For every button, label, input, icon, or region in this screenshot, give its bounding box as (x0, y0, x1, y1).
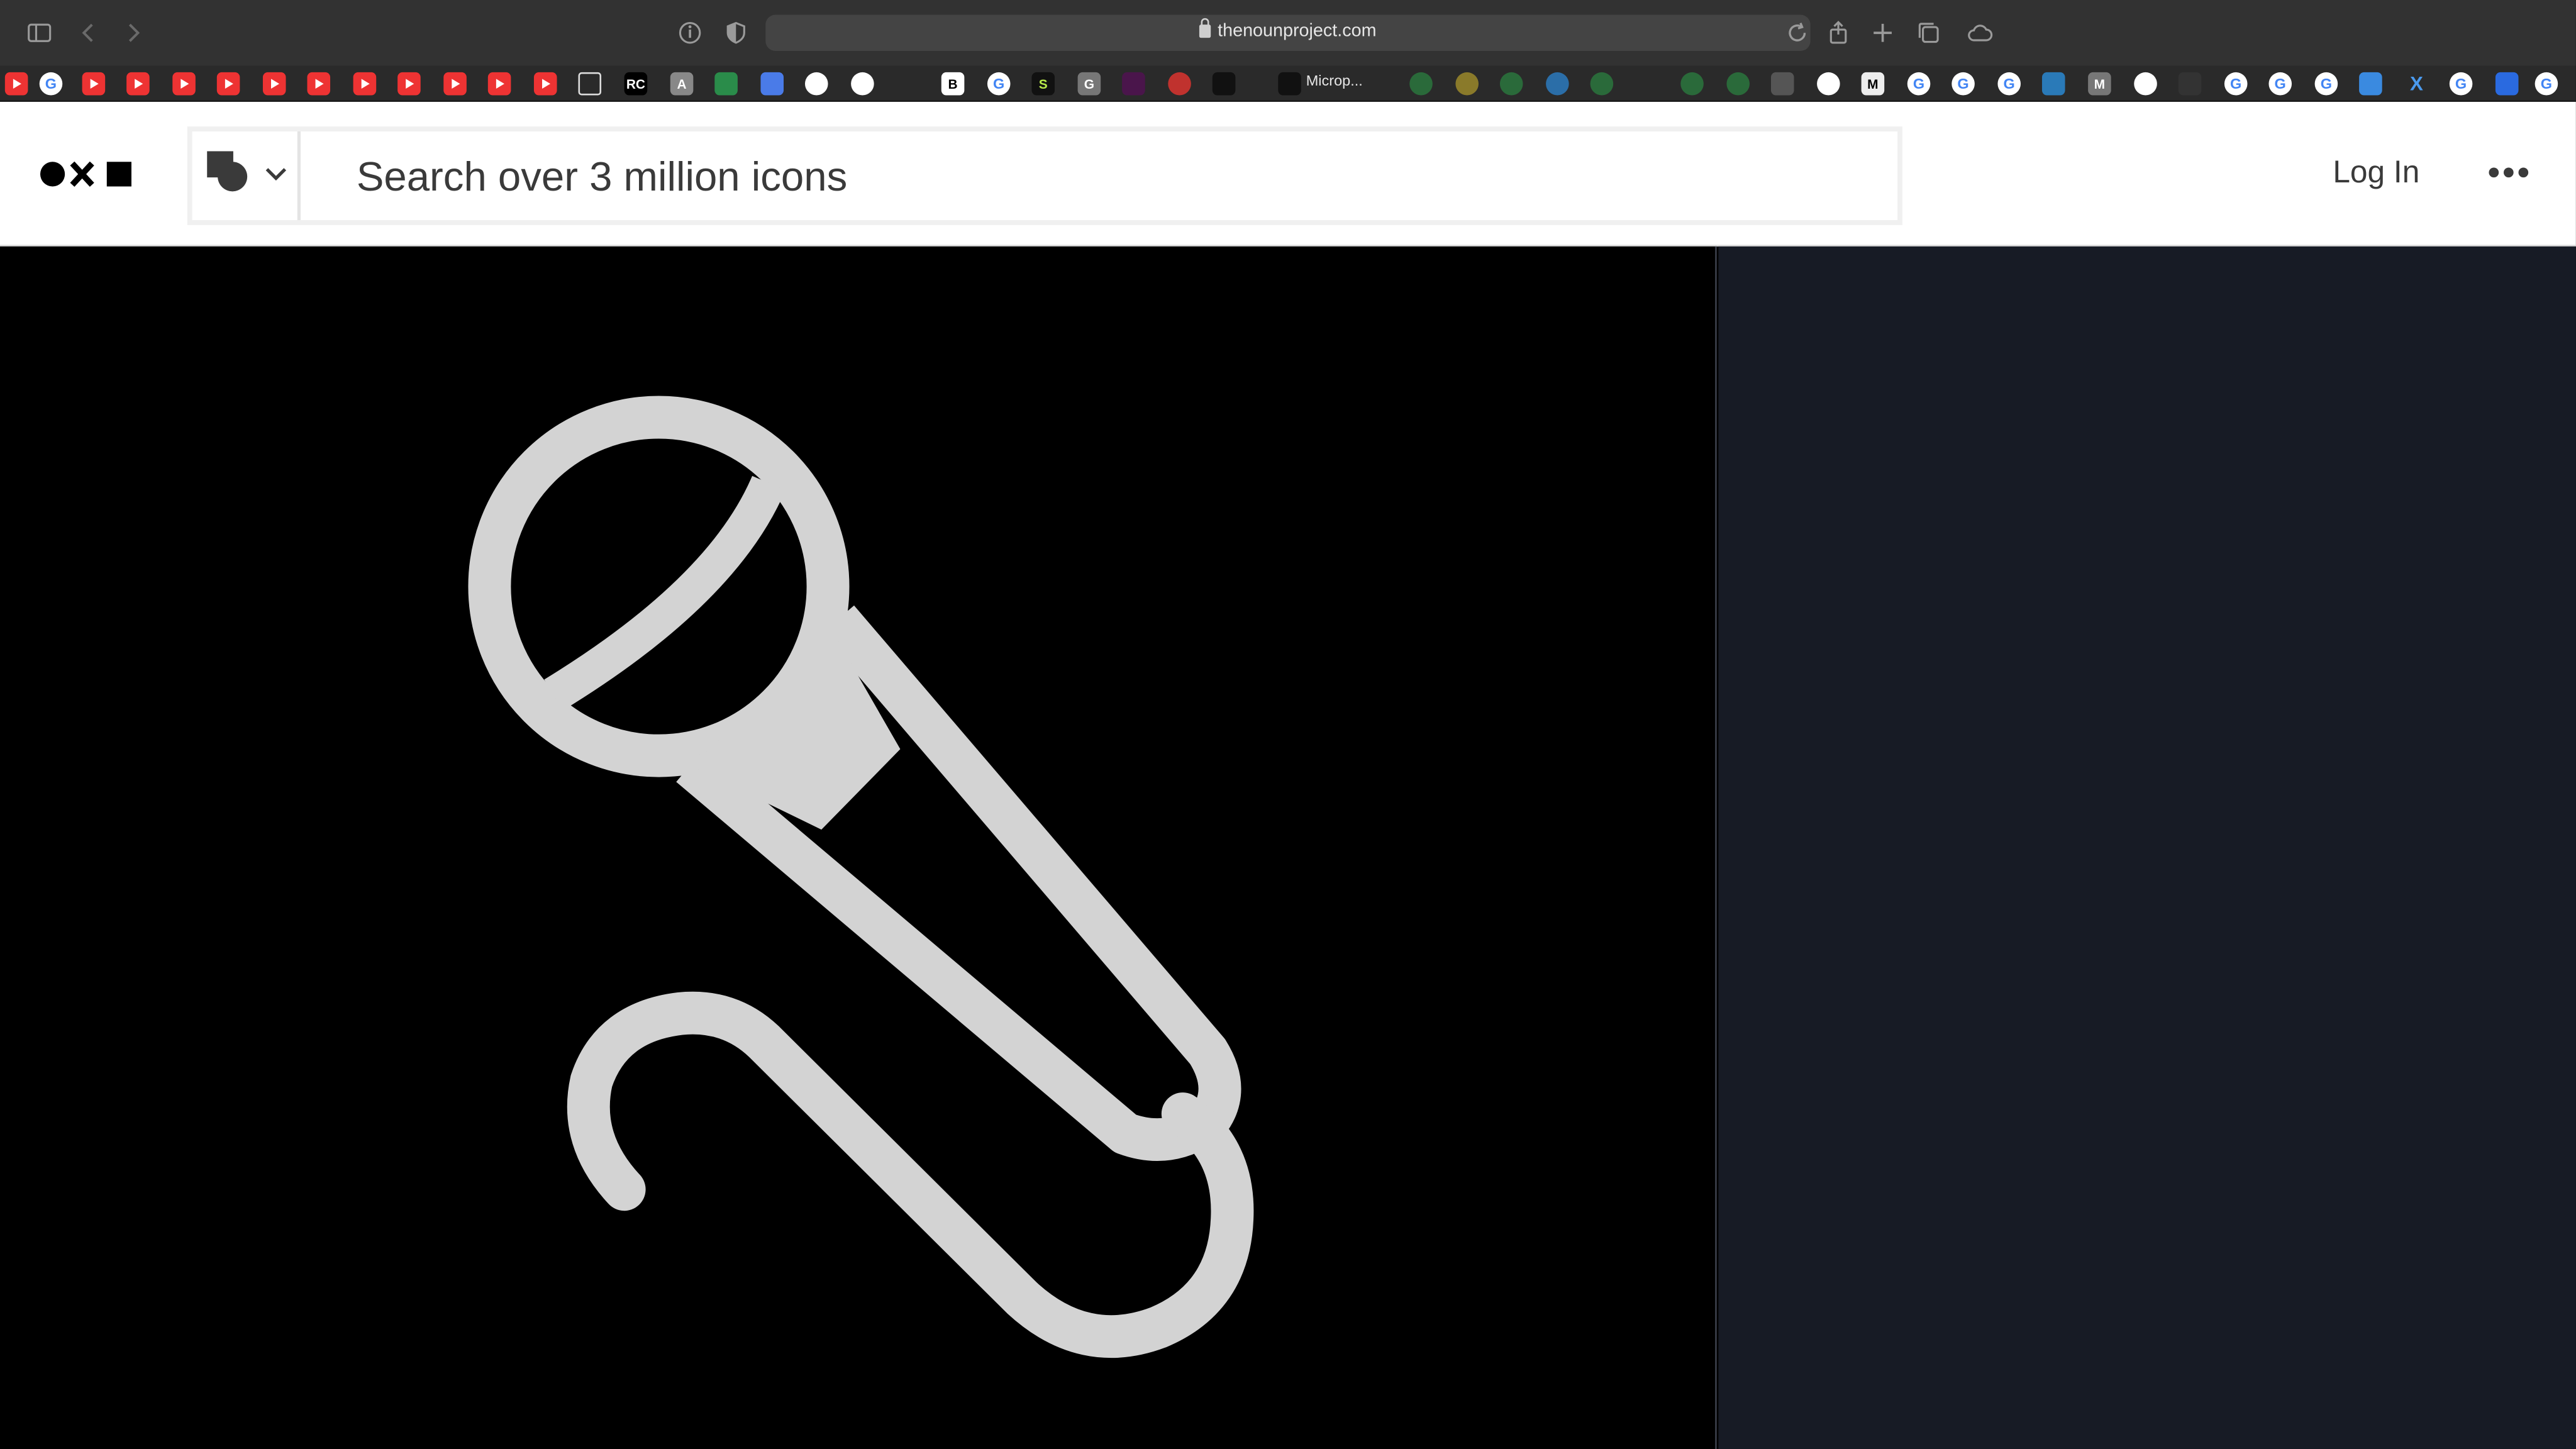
noun-project-logo[interactable] (40, 159, 135, 189)
back-icon[interactable] (72, 16, 105, 49)
sidebar-toggle-icon[interactable] (23, 16, 56, 49)
favorite-youtube-icon[interactable] (216, 72, 240, 96)
favorite-t-icon[interactable] (2495, 72, 2519, 96)
favorite-youtube-icon[interactable] (487, 72, 511, 96)
favorite-blue-icon[interactable] (2041, 72, 2065, 96)
favorite-red-icon[interactable] (1168, 72, 1191, 96)
favorite-tree-icon[interactable] (1499, 72, 1523, 96)
favorite-youtube-icon[interactable] (126, 72, 150, 96)
favorite-google-icon[interactable]: G (987, 72, 1011, 96)
search-input[interactable] (356, 152, 1835, 203)
favorite-circle-icon[interactable] (1455, 72, 1479, 96)
favorite-wordpress-icon[interactable] (1546, 72, 1569, 96)
favorite-google-icon[interactable]: G (2449, 72, 2473, 96)
favorite-m-icon[interactable]: M (1861, 72, 1885, 96)
url-text: thenounproject.com (1218, 21, 1377, 42)
icloud-icon[interactable] (1963, 16, 1996, 49)
favorite-tree-icon[interactable] (1590, 72, 1614, 96)
favorite-x-icon[interactable]: X (2405, 72, 2428, 96)
favorite-youtube-icon[interactable] (262, 72, 286, 96)
favorite-m-icon[interactable]: M (2088, 72, 2111, 96)
favorite-youtube-icon[interactable] (172, 72, 196, 96)
favorite-tab-icon[interactable] (1278, 72, 1301, 96)
favorite-g-icon[interactable]: G (1077, 72, 1101, 96)
favorite-dark-icon[interactable] (1212, 72, 1236, 96)
favorite-grid-icon[interactable] (578, 72, 602, 96)
favorite-pen-icon[interactable] (2359, 72, 2382, 96)
favorite-youtube-icon[interactable] (4, 72, 28, 96)
favorite-google-icon[interactable]: G (1997, 72, 2021, 96)
favorite-google-icon[interactable]: G (2534, 72, 2558, 96)
address-bar[interactable]: thenounproject.com (765, 14, 1811, 51)
reload-icon[interactable] (1781, 16, 1814, 49)
icon-preview-panel (0, 246, 1717, 1449)
favorite-youtube-icon[interactable] (307, 72, 331, 96)
new-tab-icon[interactable] (1866, 16, 1899, 49)
site-header: Log In (0, 101, 2576, 247)
search-type-dropdown[interactable] (192, 131, 301, 221)
favorite-tree-icon[interactable] (1680, 72, 1704, 96)
favorite-google-icon[interactable]: G (2224, 72, 2248, 96)
favorite-messenger-icon[interactable] (2134, 72, 2157, 96)
favorite-audio-icon[interactable] (2178, 72, 2202, 96)
page: thenounproject.com G RC A B G S G Microp… (0, 0, 2576, 1449)
lock-icon (1199, 18, 1211, 38)
favorite-drive-icon[interactable] (714, 72, 738, 96)
favorite-docs-icon[interactable] (760, 72, 784, 96)
login-link[interactable]: Log In (2333, 156, 2419, 192)
favorite-youtube-icon[interactable] (353, 72, 377, 96)
chevron-down-icon (265, 168, 287, 181)
favorite-box-icon[interactable] (1770, 72, 1794, 96)
favorite-v-icon[interactable] (1817, 72, 1840, 96)
favorite-github-icon[interactable] (851, 72, 874, 96)
tab-overview-icon[interactable] (1913, 16, 1945, 49)
more-menu-icon[interactable] (2487, 156, 2530, 189)
microphone-icon (468, 396, 1254, 1358)
favorite-a-icon[interactable]: A (670, 72, 694, 96)
favorite-codepen-icon[interactable] (804, 72, 828, 96)
icon-details-panel (1718, 246, 2576, 1449)
privacy-report-icon[interactable] (674, 16, 706, 49)
shapes-icon (207, 151, 248, 192)
favorite-google-icon[interactable]: G (1907, 72, 1931, 96)
favorite-b-icon[interactable]: B (941, 72, 965, 96)
favorite-tree-icon[interactable] (1726, 72, 1750, 96)
search-bar (187, 126, 1902, 225)
favorite-slack-icon[interactable] (1122, 72, 1145, 96)
share-icon[interactable] (1822, 16, 1855, 49)
favorite-tab-label[interactable]: Microp... (1306, 72, 1363, 89)
favorite-google-icon[interactable]: G (39, 72, 63, 96)
favorite-google-icon[interactable]: G (2268, 72, 2292, 96)
shield-icon[interactable] (719, 16, 752, 49)
favorite-google-icon[interactable]: G (2314, 72, 2338, 96)
favorite-rc-icon[interactable]: RC (624, 72, 648, 96)
favorites-bar: G RC A B G S G Microp... M G G G M G G G… (0, 65, 2576, 102)
favorite-youtube-icon[interactable] (397, 72, 421, 96)
favorite-youtube-icon[interactable] (82, 72, 106, 96)
browser-toolbar: thenounproject.com (0, 0, 2576, 66)
favorite-tree-icon[interactable] (1409, 72, 1433, 96)
favorite-google-icon[interactable]: G (1951, 72, 1975, 96)
favorite-s-icon[interactable]: S (1031, 72, 1055, 96)
favorite-youtube-icon[interactable] (443, 72, 467, 96)
forward-icon[interactable] (116, 16, 149, 49)
favorite-youtube-icon[interactable] (533, 72, 557, 96)
